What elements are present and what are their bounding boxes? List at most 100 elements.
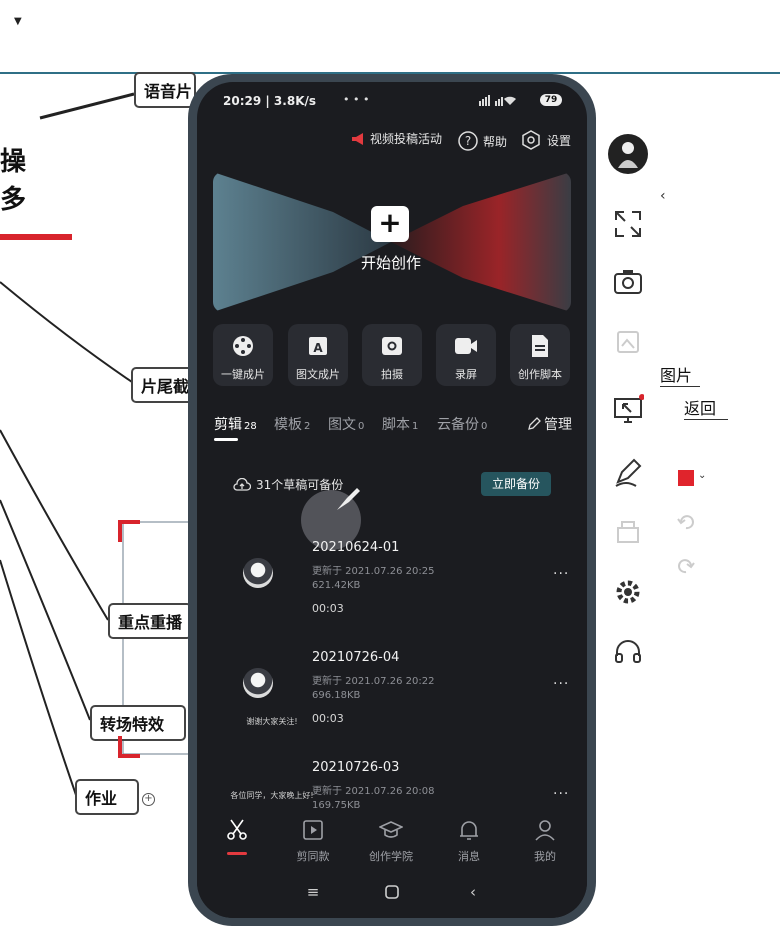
status-bar: 20:29 | 3.8K/s • • • 79 xyxy=(197,82,587,118)
start-creation-hero[interactable] xyxy=(213,172,571,312)
draft-title: 20210726-03 xyxy=(312,760,400,775)
back-label[interactable]: 返回 xyxy=(684,395,728,420)
tab-label: 剪辑 xyxy=(214,417,242,433)
quick-action-shoot[interactable]: 拍摄 xyxy=(362,324,422,386)
nav-messages[interactable]: 消息 xyxy=(439,814,499,864)
undo-icon xyxy=(676,512,696,532)
mindmap-heading-partial-1: 操 xyxy=(0,147,27,177)
camera-icon xyxy=(382,337,402,355)
draft-avatar xyxy=(243,558,273,588)
scissors-icon xyxy=(227,819,247,840)
tab-edit[interactable]: 剪辑 28 xyxy=(214,414,257,434)
screenshot-icon xyxy=(612,326,644,358)
eraser-icon xyxy=(612,516,644,548)
headset-icon[interactable] xyxy=(612,636,644,668)
start-creation-plus-button[interactable]: + xyxy=(371,206,409,242)
mindmap-node-yuyin[interactable]: 语音片 xyxy=(134,72,196,108)
pen-color-swatch[interactable] xyxy=(678,470,694,486)
heading-underline xyxy=(0,234,72,240)
quick-action-one-click[interactable]: 一键成片 xyxy=(213,324,273,386)
tab-template[interactable]: 模板 2 xyxy=(274,414,310,434)
more-options-icon[interactable]: ··· xyxy=(553,786,569,802)
tab-script[interactable]: 脚本 1 xyxy=(382,414,418,434)
template-icon xyxy=(303,820,323,840)
manage-label: 管理 xyxy=(544,417,572,433)
system-menu-icon[interactable]: ≡ xyxy=(303,882,323,902)
draft-title: 20210624-01 xyxy=(312,540,400,555)
thumbnail-caption: 谢谢大家关注! xyxy=(246,717,298,726)
nav-edit[interactable] xyxy=(207,814,267,848)
film-reel-icon xyxy=(233,336,253,356)
mindmap-node-zuoye[interactable]: 作业 xyxy=(75,779,139,815)
system-home-icon[interactable] xyxy=(382,882,402,902)
thumbnail-caption: 各位同学，大家晚上好! xyxy=(230,791,314,800)
user-avatar[interactable] xyxy=(608,134,648,174)
tab-image-text[interactable]: 图文 0 xyxy=(328,414,364,434)
graduation-cap-icon xyxy=(378,821,404,838)
quick-action-script[interactable]: 创作脚本 xyxy=(510,324,570,386)
image-text-icon: A xyxy=(309,337,327,355)
draft-avatar xyxy=(243,668,273,698)
mindmap-node-pianwei[interactable]: 片尾截 xyxy=(131,367,193,403)
nav-academy[interactable]: 创作学院 xyxy=(361,814,421,864)
svg-text:?: ? xyxy=(465,134,471,148)
bottom-nav: 剪同款 创作学院 消息 我的 xyxy=(197,814,587,864)
nav-template[interactable]: 剪同款 xyxy=(283,814,343,864)
draft-thumbnail: 谢谢大家关注! xyxy=(217,650,307,740)
signal-wifi-icon xyxy=(479,95,516,106)
manage-button[interactable]: 管理 xyxy=(527,414,572,434)
hero-graphic xyxy=(213,172,571,312)
mindmap-node-zhongdian[interactable]: 重点重播 xyxy=(108,603,192,639)
status-more-icon: • • • xyxy=(343,93,370,106)
expand-plus-icon[interactable]: + xyxy=(142,793,155,806)
hex-gear-icon xyxy=(522,130,540,150)
settings-button[interactable]: 设置 xyxy=(521,130,571,150)
color-dropdown-icon[interactable]: ⌄ xyxy=(698,470,706,481)
draft-updated: 更新于 2021.07.26 20:25 xyxy=(312,566,435,577)
selection-corner-bl xyxy=(118,736,140,758)
profile-icon xyxy=(535,820,555,841)
draft-duration: 00:03 xyxy=(312,602,344,615)
nav-label: 我的 xyxy=(534,850,556,863)
nav-profile[interactable]: 我的 xyxy=(515,814,575,864)
avatar-figure-icon xyxy=(618,142,638,168)
pen-icon[interactable] xyxy=(612,456,644,488)
mindmap-heading-partial-2: 多 xyxy=(0,185,27,215)
tab-cloud-backup[interactable]: 云备份 0 xyxy=(437,414,487,434)
draft-title: 20210726-04 xyxy=(312,650,400,665)
tab-count: 2 xyxy=(304,421,311,432)
help-button[interactable]: ? 帮助 xyxy=(457,130,507,152)
edit-pencil-icon xyxy=(528,417,541,430)
backup-now-button[interactable]: 立即备份 xyxy=(481,472,551,496)
quick-action-record-screen[interactable]: 录屏 xyxy=(436,324,496,386)
active-tab-indicator xyxy=(214,438,238,441)
camera-icon[interactable] xyxy=(612,266,644,298)
tab-count: 28 xyxy=(244,421,257,432)
bell-icon xyxy=(460,821,478,840)
system-back-icon[interactable]: ‹ xyxy=(463,882,483,902)
megaphone-icon xyxy=(352,132,363,145)
help-label: 帮助 xyxy=(483,134,508,149)
collapse-chevron-icon[interactable]: ‹ xyxy=(660,188,666,204)
contribute-activity-link[interactable]: 视频投稿活动 xyxy=(351,130,442,147)
more-options-icon[interactable]: ··· xyxy=(553,676,569,692)
active-nav-indicator xyxy=(227,852,247,855)
quick-action-label: 录屏 xyxy=(455,368,477,381)
draft-item[interactable]: 谢谢大家关注! 20210726-04 更新于 2021.07.26 20:22… xyxy=(197,650,587,760)
draft-item[interactable]: 20210624-01 更新于 2021.07.26 20:25 621.42K… xyxy=(197,540,587,650)
fullscreen-icon[interactable] xyxy=(612,208,644,240)
more-options-icon[interactable]: ··· xyxy=(553,566,569,582)
battery-indicator: 79 xyxy=(540,94,562,106)
status-time: 20:29 | 3.8K/s xyxy=(223,94,317,108)
screen-share-icon[interactable] xyxy=(612,394,645,426)
gear-icon[interactable] xyxy=(612,576,644,608)
quick-action-image-text[interactable]: A 图文成片 xyxy=(288,324,348,386)
svg-text:A: A xyxy=(313,341,323,355)
nav-label: 消息 xyxy=(458,850,480,863)
quick-action-label: 拍摄 xyxy=(381,368,403,381)
nav-label: 剪同款 xyxy=(296,850,330,863)
draft-duration: 00:03 xyxy=(312,712,344,725)
script-icon xyxy=(532,335,548,357)
image-label[interactable]: 图片 xyxy=(660,362,700,387)
screen-record-icon xyxy=(455,338,477,354)
